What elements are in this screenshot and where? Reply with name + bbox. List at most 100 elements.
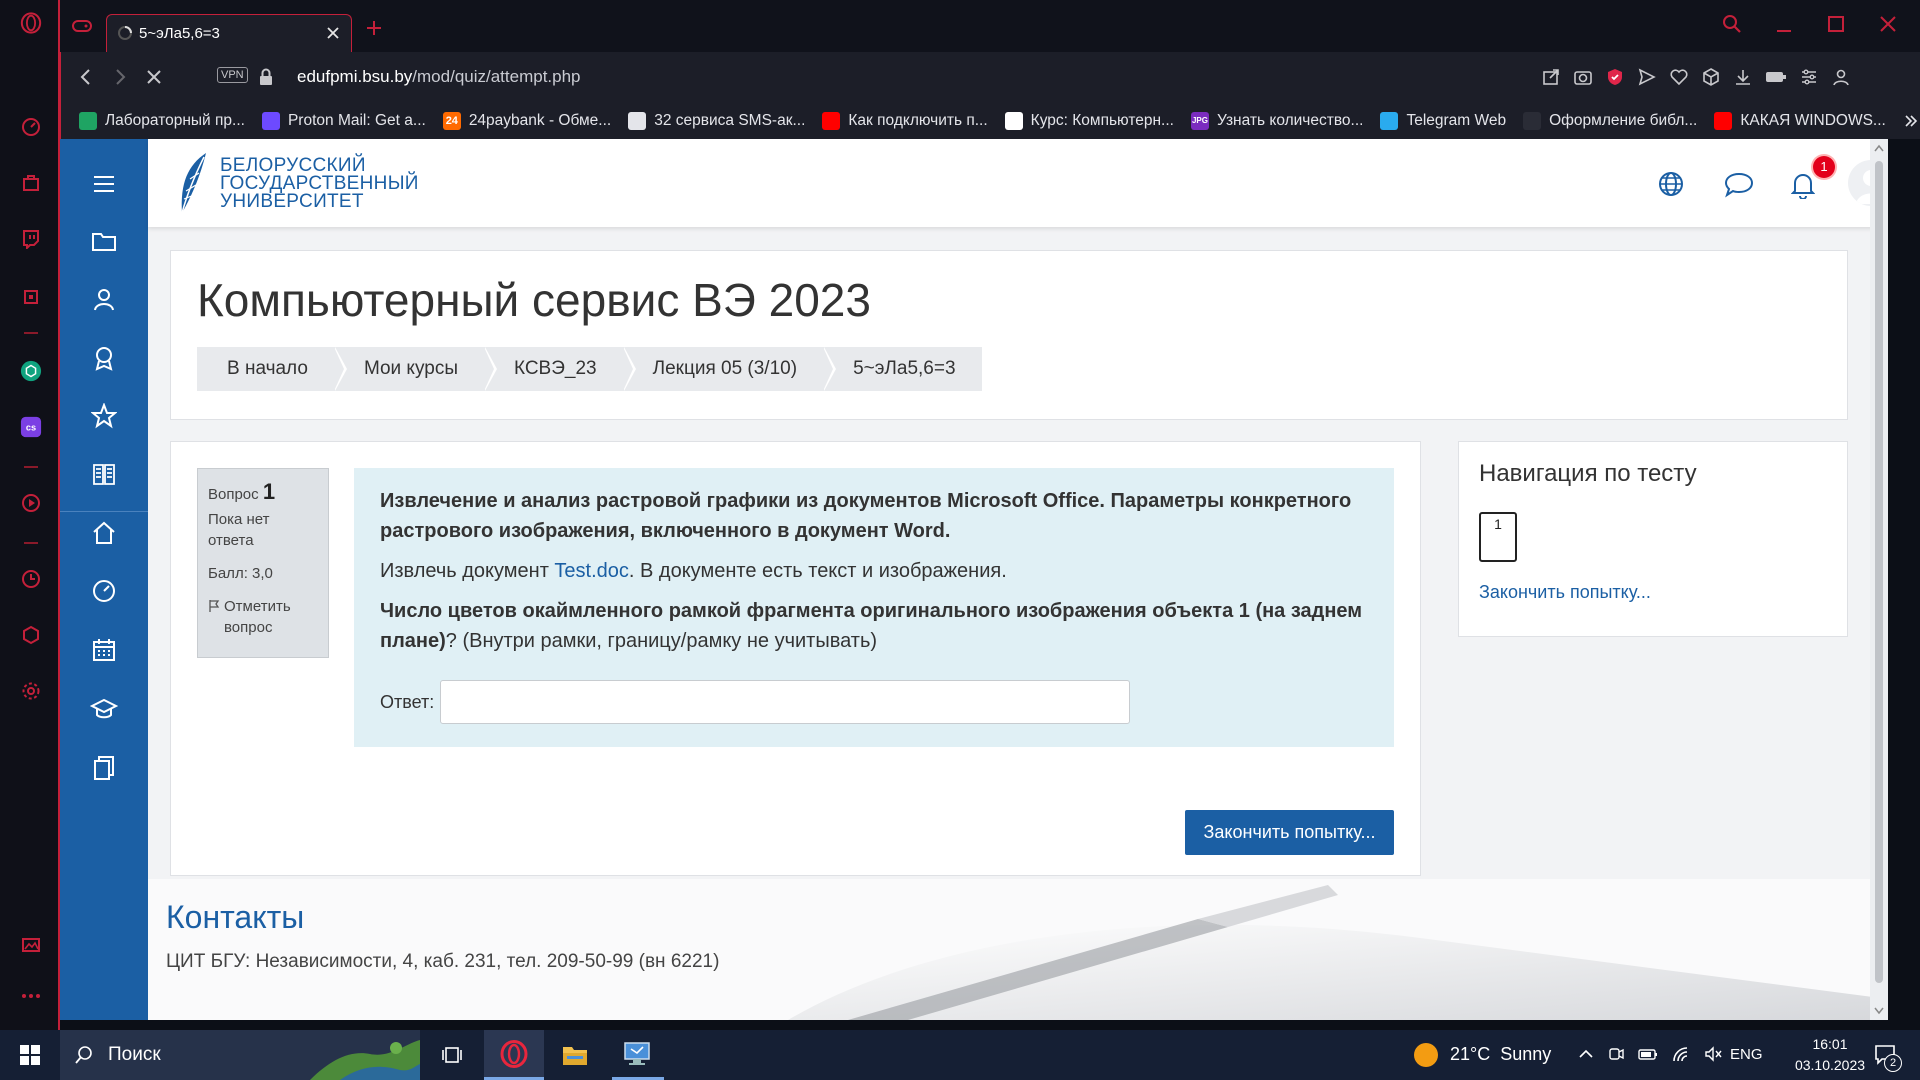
breadcrumb-item[interactable]: 5~эЛа5,6=3 (823, 347, 981, 391)
weather-sun-icon[interactable] (1412, 1030, 1440, 1080)
windows-start-icon[interactable] (14, 1030, 46, 1080)
page-header-card: Компьютерный сервис ВЭ 2023 В начало Мои … (170, 250, 1848, 420)
bookmark-item[interactable]: Курс: Компьютерн... (1004, 111, 1174, 130)
page-scrollbar[interactable] (1870, 139, 1888, 1020)
extensions-icon[interactable] (20, 624, 42, 646)
bookmark-item[interactable]: Оформление библ... (1523, 111, 1697, 130)
stop-loading-icon[interactable] (145, 68, 163, 86)
bookmark-item[interactable]: Telegram Web (1380, 111, 1506, 130)
lock-icon[interactable] (259, 68, 273, 86)
action-center-icon[interactable] (1866, 1030, 1906, 1080)
snapshot-icon[interactable] (1573, 67, 1593, 87)
adblock-icon[interactable] (1605, 67, 1625, 87)
weather-text[interactable]: 21°C Sunny (1450, 1044, 1551, 1065)
easy-setup-icon[interactable] (1799, 67, 1819, 87)
badges-icon[interactable] (87, 341, 121, 375)
ai-chip-icon[interactable] (20, 286, 42, 308)
bookmark-item[interactable]: 32 сервиса SMS-ак... (628, 111, 805, 130)
quiz-nav-finish-link[interactable]: Закончить попытку... (1479, 582, 1651, 603)
university-logo[interactable]: БЕЛОРУССКИЙ ГОСУДАРСТВЕННЫЙ УНИВЕРСИТЕТ (174, 151, 419, 217)
quiz-nav-question-button[interactable]: 1 (1479, 512, 1517, 562)
tray-overflow-icon[interactable] (1578, 1046, 1594, 1062)
answer-input[interactable] (440, 680, 1131, 724)
battery-saver-icon[interactable] (1765, 67, 1787, 87)
clock[interactable]: 16:01 03.10.2023 (1790, 1034, 1870, 1076)
bookmark-item[interactable]: JPG Узнать количество... (1190, 111, 1363, 130)
player-icon[interactable] (20, 492, 42, 514)
task-view-icon[interactable] (434, 1030, 470, 1080)
question-prompt: Число цветов окаймленного рамкой фрагмен… (380, 600, 1363, 652)
settings-icon[interactable] (20, 680, 42, 702)
more-icon[interactable] (20, 985, 42, 1007)
test-doc-link[interactable]: Test.doc (554, 560, 628, 582)
gamepad-icon[interactable] (72, 18, 92, 34)
search-icon (74, 1045, 94, 1065)
bookmark-item[interactable]: Proton Mail: Get a... (261, 111, 426, 130)
chatgpt-icon[interactable] (20, 360, 42, 382)
language-globe-icon[interactable] (1658, 171, 1684, 197)
meet-now-icon[interactable] (1608, 1046, 1624, 1062)
grades-book-icon[interactable] (87, 457, 121, 491)
vpn-badge[interactable]: VPN (217, 67, 248, 83)
messages-icon[interactable] (1724, 172, 1754, 198)
bookmark-item[interactable]: КАКАЯ WINDOWS... (1714, 111, 1886, 130)
files-icon[interactable] (87, 751, 121, 785)
breadcrumb-item[interactable]: Лекция 05 (3/10) (623, 347, 837, 391)
cs-app-icon[interactable]: cs (20, 416, 42, 438)
notifications-bell-icon[interactable] (1791, 171, 1815, 199)
opera-logo-icon[interactable] (20, 12, 42, 34)
bookmarks-overflow-icon[interactable] (1903, 113, 1919, 129)
taskbar-search[interactable]: Поиск (60, 1030, 420, 1080)
breadcrumb-item[interactable]: Мои курсы (334, 347, 498, 391)
taskbar-opera[interactable] (484, 1030, 544, 1080)
wifi-icon[interactable] (1672, 1046, 1690, 1062)
tab-active[interactable]: 5~эЛа5,6=3 (106, 14, 352, 52)
bookmark-label: Курс: Компьютерн... (1030, 111, 1174, 129)
forward-icon[interactable] (111, 68, 129, 86)
battery-icon[interactable] (1638, 1046, 1658, 1062)
heart-icon[interactable] (1669, 67, 1689, 87)
home-icon[interactable] (87, 516, 121, 550)
url-field[interactable]: edufpmi.bsu.by/mod/quiz/attempt.php (297, 67, 581, 87)
speed-dial-icon[interactable] (20, 116, 42, 138)
cube-icon[interactable] (1701, 67, 1721, 87)
dashboard-icon[interactable] (87, 574, 121, 608)
send-icon[interactable] (1637, 67, 1657, 87)
history-icon[interactable] (20, 568, 42, 590)
calendar-icon[interactable] (87, 633, 121, 667)
competencies-star-icon[interactable] (87, 399, 121, 433)
share-icon[interactable] (1541, 67, 1561, 87)
shopping-icon[interactable] (20, 172, 42, 194)
breadcrumb-item[interactable]: В начало (197, 347, 347, 391)
close-tab-icon[interactable] (325, 25, 341, 41)
remote-desktop-icon[interactable] (612, 1030, 664, 1080)
twitch-icon[interactable] (20, 228, 42, 250)
finish-attempt-button[interactable]: Закончить попытку... (1185, 810, 1394, 855)
svg-text:cs: cs (26, 423, 36, 433)
question-region: Вопрос 1 Пока нет ответа Балл: 3,0 Отмет… (170, 441, 1421, 876)
maximize-icon[interactable] (1826, 14, 1846, 34)
flag-question[interactable]: Отметить вопрос (208, 596, 318, 638)
my-courses-icon[interactable] (87, 692, 121, 726)
bookmark-item[interactable]: Как подключить п... (822, 111, 988, 130)
bookmark-label: 24paybank - Обме... (468, 111, 612, 129)
close-window-icon[interactable] (1878, 14, 1898, 34)
participants-icon[interactable] (87, 282, 121, 316)
back-icon[interactable] (77, 68, 95, 86)
file-explorer-icon[interactable] (552, 1030, 598, 1080)
bookmark-item[interactable]: Лабораторный пр... (79, 111, 245, 130)
folder-icon[interactable] (87, 224, 121, 258)
new-tab-icon[interactable] (366, 20, 382, 36)
menu-toggle-icon[interactable] (87, 167, 121, 201)
profile-icon[interactable] (1831, 67, 1851, 87)
breadcrumb-item[interactable]: КСВЭ_23 (484, 347, 636, 391)
wallpaper-icon[interactable] (20, 934, 42, 956)
input-language[interactable]: ENG (1730, 1046, 1763, 1063)
download-icon[interactable] (1733, 67, 1753, 87)
bookmark-item[interactable]: 24 24paybank - Обме... (442, 111, 612, 130)
minimize-icon[interactable] (1774, 14, 1794, 34)
search-tabs-icon[interactable] (1722, 14, 1742, 34)
address-bar: VPN edufpmi.bsu.by/mod/quiz/attempt.php (60, 52, 1920, 102)
question-heading: Извлечение и анализ растровой графики из… (380, 490, 1352, 542)
volume-muted-icon[interactable] (1704, 1046, 1722, 1062)
